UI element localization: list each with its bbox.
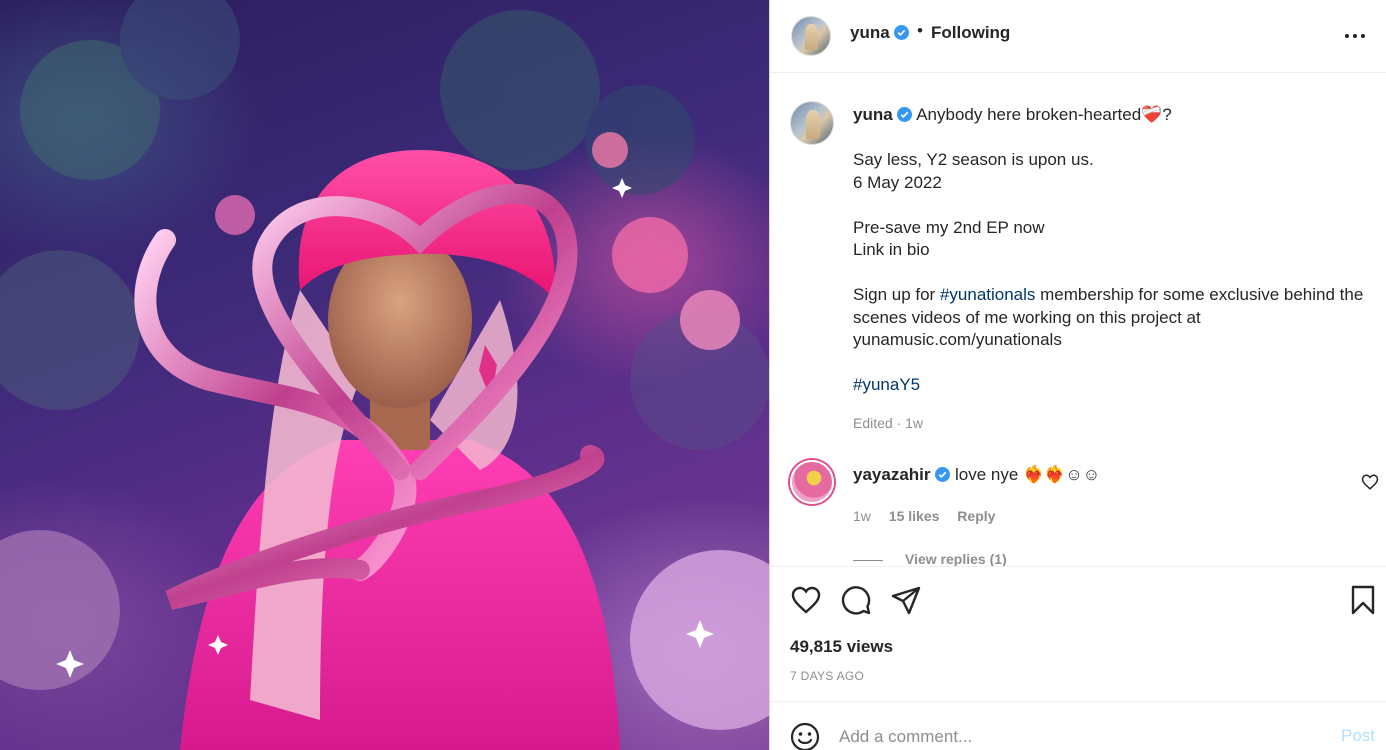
caption-para3-start: Sign up for: [853, 285, 940, 304]
hashtag-link-yunay5[interactable]: #yunaY5: [853, 374, 1373, 397]
view-replies-line: [853, 559, 883, 561]
post-illustration: [0, 0, 769, 750]
more-horizontal-icon[interactable]: [1341, 22, 1369, 50]
comments-section[interactable]: yuna Anybody here broken-hearted❤️‍🩹? Sa…: [770, 74, 1386, 566]
caption: yuna Anybody here broken-hearted❤️‍🩹? Sa…: [853, 104, 1373, 397]
post-header: yuna • Following: [770, 0, 1386, 73]
verified-icon: [894, 25, 910, 40]
view-replies-label[interactable]: View replies (1): [905, 551, 1007, 566]
reply-button[interactable]: Reply: [957, 508, 995, 524]
comment-likes[interactable]: 15 likes: [889, 508, 940, 524]
comment-avatar[interactable]: [790, 460, 834, 504]
add-comment-bar: Post: [770, 701, 1386, 750]
broken-heart-emoji: ❤️‍🩹: [1141, 105, 1163, 124]
comment-icon[interactable]: [840, 584, 872, 616]
post-button[interactable]: Post: [1341, 726, 1375, 746]
comment-time: 1w: [853, 508, 871, 524]
smiley-icon[interactable]: [790, 722, 820, 750]
verified-icon: [897, 107, 913, 122]
header-username[interactable]: yuna: [850, 23, 910, 43]
caption-para2-line1: Pre-save my 2nd EP now: [853, 217, 1045, 237]
caption-para1-line2: 6 May 2022: [853, 172, 942, 192]
following-button[interactable]: Following: [931, 23, 1010, 43]
comment-input[interactable]: [839, 724, 1319, 750]
caption-line1: Anybody here broken-hearted: [916, 105, 1142, 124]
post-panel: yuna • Following yuna Anybody here broke…: [769, 0, 1386, 750]
view-replies-button[interactable]: View replies (1): [853, 551, 1007, 566]
share-icon[interactable]: [890, 584, 922, 616]
caption-meta: Edited · 1w: [853, 415, 924, 431]
comment-meta: 1w 15 likes Reply: [853, 508, 1009, 524]
hashtag-link-yunationals[interactable]: #yunationals: [940, 285, 1035, 304]
header-username-text[interactable]: yuna: [850, 23, 890, 42]
heart-icon[interactable]: [790, 584, 822, 616]
comment: yayazahir love nye ❤️‍🔥❤️‍🔥☺☺: [853, 465, 1100, 485]
comment-emojis: ❤️‍🔥❤️‍🔥☺☺: [1023, 465, 1101, 484]
post-time-ago: 7 DAYS AGO: [790, 669, 865, 683]
caption-line1-end: ?: [1162, 105, 1172, 124]
view-count[interactable]: 49,815 views: [790, 637, 893, 657]
comment-text: love nye: [954, 465, 1019, 484]
verified-icon: [935, 467, 951, 482]
caption-para2-line2: Link in bio: [853, 240, 930, 259]
comment-like-heart-icon[interactable]: [1361, 473, 1379, 491]
caption-avatar[interactable]: [790, 101, 834, 145]
caption-para1-line1: Say less, Y2 season is upon us.: [853, 150, 1094, 169]
comment-username[interactable]: yayazahir: [853, 465, 931, 484]
header-separator: •: [917, 21, 923, 40]
actions-section: 49,815 views 7 DAYS AGO: [770, 566, 1386, 701]
bookmark-icon[interactable]: [1347, 584, 1379, 616]
avatar[interactable]: [791, 16, 831, 56]
post-image[interactable]: [0, 0, 769, 750]
caption-username[interactable]: yuna: [853, 105, 893, 124]
